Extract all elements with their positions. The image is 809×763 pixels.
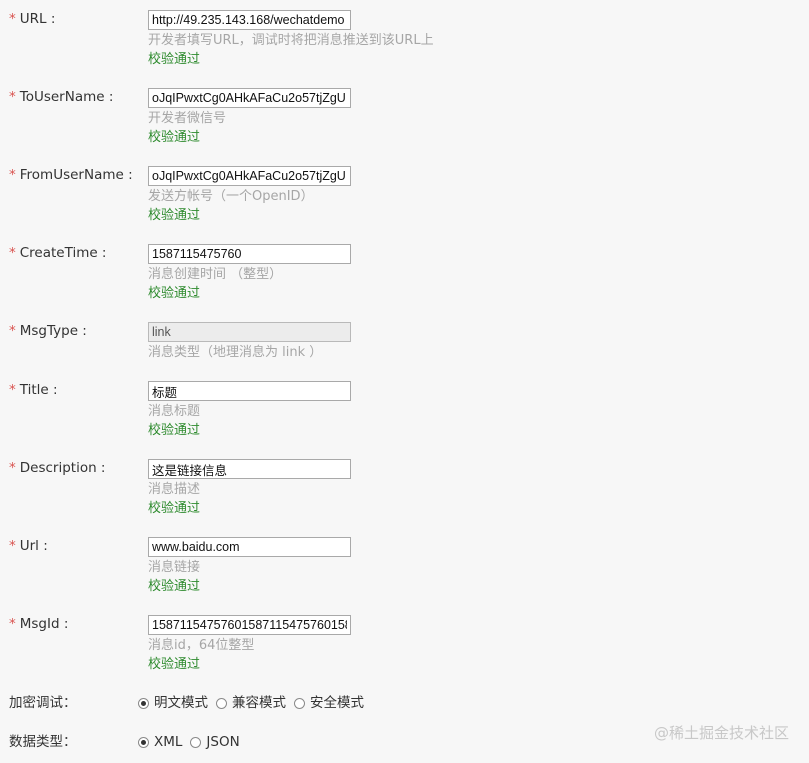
field-hint: 消息类型（地理消息为 link ） xyxy=(148,345,323,360)
label-text: MsgId : xyxy=(19,616,69,632)
required-mark: * xyxy=(9,382,16,398)
required-mark: * xyxy=(9,167,16,183)
validation-status: 校验通过 xyxy=(148,579,201,594)
radio-plaintext-mode[interactable]: 明文模式 xyxy=(138,694,208,712)
field-hint: 消息id，64位整型 xyxy=(148,638,255,653)
validation-status: 校验通过 xyxy=(148,52,201,67)
field-label: * URL : xyxy=(9,10,55,28)
url-input[interactable] xyxy=(148,10,351,30)
field-label: * MsgId : xyxy=(9,615,68,633)
encrypt-mode-radios: 明文模式 兼容模式 安全模式 xyxy=(138,694,372,712)
radio-secure-mode[interactable]: 安全模式 xyxy=(294,694,364,712)
radio-button[interactable] xyxy=(138,736,149,748)
radio-button[interactable] xyxy=(216,697,227,709)
label-text: ToUserName : xyxy=(19,89,114,105)
label-text: FromUserName : xyxy=(19,167,133,183)
encrypt-mode-label: 加密调试： xyxy=(9,695,77,711)
required-mark: * xyxy=(9,323,16,339)
label-text: URL : xyxy=(19,11,56,27)
data-type-label: 数据类型： xyxy=(9,734,77,750)
validation-status: 校验通过 xyxy=(148,130,201,145)
radio-label: XML xyxy=(154,734,183,750)
radio-compatible-mode[interactable]: 兼容模式 xyxy=(216,694,286,712)
radio-label: 兼容模式 xyxy=(232,695,286,711)
validation-status: 校验通过 xyxy=(148,501,201,516)
validation-status: 校验通过 xyxy=(148,423,201,438)
description-input[interactable] xyxy=(148,459,351,479)
field-hint: 开发者填写URL，调试时将把消息推送到该URL上 xyxy=(148,33,434,48)
radio-label: 安全模式 xyxy=(310,695,364,711)
field-hint: 发送方帐号（一个OpenID） xyxy=(148,189,314,204)
msgid-input[interactable] xyxy=(148,615,351,635)
radio-button[interactable] xyxy=(294,697,305,709)
label-text: MsgType : xyxy=(19,323,87,339)
required-mark: * xyxy=(9,89,16,105)
required-mark: * xyxy=(9,11,16,27)
label-text: Url : xyxy=(19,538,48,554)
title-input[interactable] xyxy=(148,381,351,401)
field-label: * Description : xyxy=(9,459,105,477)
field-label: * FromUserName : xyxy=(9,166,133,184)
data-type-radios: XML JSON xyxy=(138,733,248,751)
tousername-input[interactable] xyxy=(148,88,351,108)
field-hint: 消息描述 xyxy=(148,482,201,497)
radio-label: 明文模式 xyxy=(154,695,208,711)
required-mark: * xyxy=(9,538,16,554)
field-hint: 开发者微信号 xyxy=(148,111,227,126)
validation-status: 校验通过 xyxy=(148,657,201,672)
radio-xml[interactable]: XML xyxy=(138,733,182,751)
field-hint: 消息创建时间 （整型） xyxy=(148,267,283,282)
radio-button[interactable] xyxy=(190,736,202,748)
field-label: * Url : xyxy=(9,537,48,555)
validation-status: 校验通过 xyxy=(148,286,201,301)
required-mark: * xyxy=(9,460,16,476)
radio-json[interactable]: JSON xyxy=(190,733,240,751)
field-hint: 消息标题 xyxy=(148,404,201,419)
link-url-input[interactable] xyxy=(148,537,351,557)
required-mark: * xyxy=(9,245,16,261)
label-text: CreateTime : xyxy=(19,245,107,261)
watermark: @稀土掘金技术社区 xyxy=(653,724,789,742)
field-hint: 消息链接 xyxy=(148,560,201,575)
radio-label: JSON xyxy=(206,734,240,750)
label-text: Description : xyxy=(19,460,106,476)
fromusername-input[interactable] xyxy=(148,166,351,186)
field-label: * ToUserName : xyxy=(9,88,113,106)
createtime-input[interactable] xyxy=(148,244,351,264)
required-mark: * xyxy=(9,616,16,632)
label-text: Title : xyxy=(19,382,58,398)
field-label: * Title : xyxy=(9,381,58,399)
field-label: * MsgType : xyxy=(9,322,87,340)
validation-status: 校验通过 xyxy=(148,208,201,223)
field-label: * CreateTime : xyxy=(9,244,107,262)
msgtype-input xyxy=(148,322,351,342)
radio-button[interactable] xyxy=(138,697,149,709)
